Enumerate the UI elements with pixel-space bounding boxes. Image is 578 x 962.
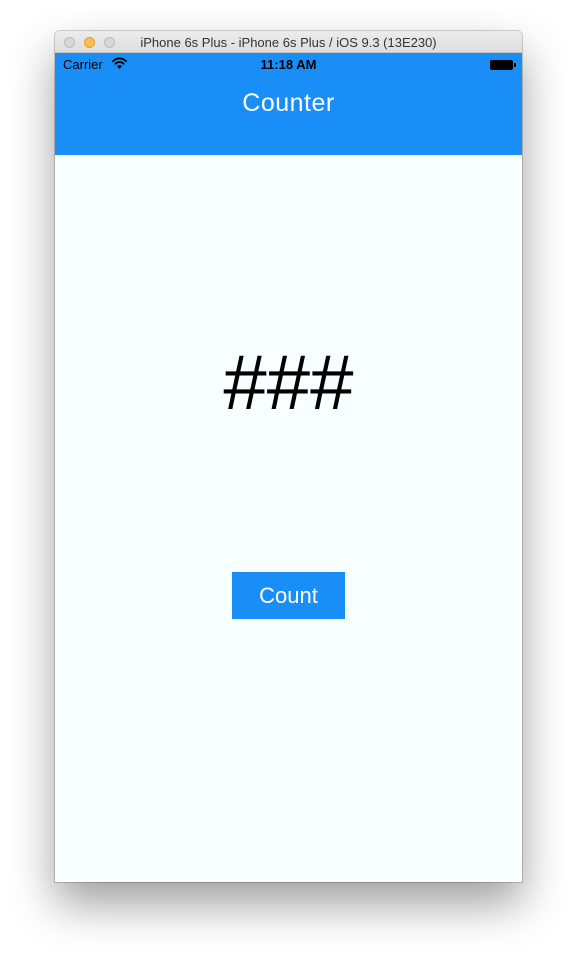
- page-title: Counter: [242, 89, 335, 117]
- window-title: iPhone 6s Plus - iPhone 6s Plus / iOS 9.…: [140, 35, 437, 50]
- window-titlebar[interactable]: iPhone 6s Plus - iPhone 6s Plus / iOS 9.…: [55, 31, 522, 53]
- navigation-bar: Counter: [55, 75, 522, 155]
- simulator-window: iPhone 6s Plus - iPhone 6s Plus / iOS 9.…: [55, 31, 522, 882]
- status-time: 11:18 AM: [260, 57, 317, 72]
- battery-icon: [490, 60, 516, 70]
- main-content: ### Count: [55, 155, 522, 882]
- counter-value: ###: [223, 338, 354, 426]
- ios-status-bar: Carrier 11:18 AM: [55, 53, 522, 75]
- count-button[interactable]: Count: [232, 572, 345, 619]
